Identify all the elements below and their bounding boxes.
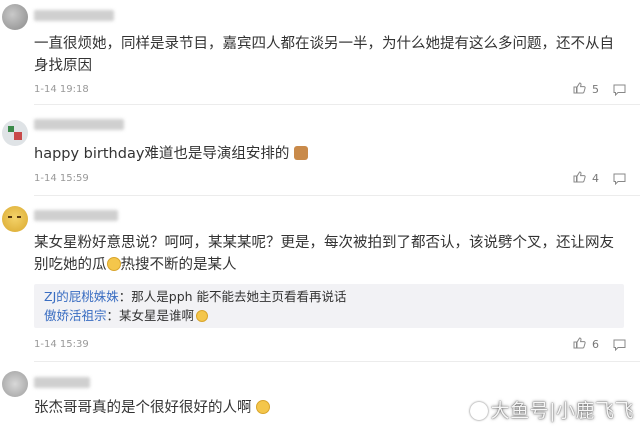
thumb-up-icon [573, 82, 586, 97]
reply-text: 某女星是谁啊 [119, 308, 195, 323]
avatar[interactable] [2, 206, 28, 232]
thumb-up-icon [573, 337, 586, 352]
comment-text-content: happy birthday难道也是导演组安排的 [34, 146, 290, 162]
watermark: 大鱼号|小鹿飞飞 [469, 396, 634, 423]
comment-time: 1-14 15:59 [34, 173, 89, 184]
comment-actions: 6 [573, 337, 626, 352]
reply-separator: ： [118, 289, 132, 304]
reply-separator: ： [106, 308, 120, 323]
divider [34, 104, 640, 105]
watermark-logo-icon [469, 402, 488, 420]
reply-username[interactable]: ZJ的屁桃姝姝 [44, 289, 119, 304]
username-blurred[interactable] [34, 210, 118, 221]
comment-icon[interactable] [613, 84, 626, 96]
comment-text: 一直很烦她，同样是录节目，嘉宾四人都在谈另一半，为什么她提有这么多问题，还不从自… [34, 36, 614, 74]
comment-text-content: 张杰哥哥真的是个很好很好的人啊 [34, 400, 252, 416]
avatar[interactable] [2, 371, 28, 397]
reply-item: ZJ的屁桃姝姝：那人是pph 能不能去她主页看看再说话 [44, 287, 614, 306]
comment-time: 1-14 15:39 [34, 339, 89, 350]
smile-emoji-icon [196, 310, 209, 322]
avatar[interactable] [2, 4, 28, 30]
username-blurred[interactable] [34, 119, 124, 130]
reply-box: ZJ的屁桃姝姝：那人是pph 能不能去她主页看看再说话 傲娇活祖宗：某女星是谁啊 [34, 284, 624, 328]
comment-icon[interactable] [613, 173, 626, 185]
dog-emoji-icon [294, 146, 309, 160]
like-button[interactable]: 4 [573, 171, 599, 186]
comment-actions: 4 [573, 171, 626, 186]
reply-username[interactable]: 傲娇活祖宗 [44, 308, 107, 323]
like-count: 6 [592, 338, 599, 351]
like-button[interactable]: 6 [573, 337, 599, 352]
comment-text: 某女星粉好意思说？呵呵，某某某呢？更是，每次被拍到了都否认，该说劈个叉，还让网友… [34, 232, 624, 276]
thumb-up-icon [573, 171, 586, 186]
divider [34, 361, 640, 362]
crying-emoji-icon [256, 400, 271, 414]
username-blurred[interactable] [34, 377, 90, 388]
divider [34, 195, 640, 196]
sweat-emoji-icon [106, 257, 121, 271]
comment-text: happy birthday难道也是导演组安排的 [34, 143, 624, 165]
like-count: 5 [592, 83, 599, 96]
comment-icon[interactable] [613, 339, 626, 351]
comment-actions: 5 [573, 82, 626, 97]
comment-time: 1-14 19:18 [34, 84, 89, 95]
comment-text-tail: 热搜不断的是某人 [120, 257, 237, 273]
reply-text: 那人是pph 能不能去她主页看看再说话 [131, 289, 347, 304]
watermark-text: 大鱼号|小鹿飞飞 [490, 400, 634, 422]
like-button[interactable]: 5 [573, 82, 599, 97]
like-count: 4 [592, 172, 599, 185]
reply-item: 傲娇活祖宗：某女星是谁啊 [44, 306, 614, 325]
avatar[interactable] [2, 120, 28, 146]
username-blurred[interactable] [34, 10, 114, 21]
